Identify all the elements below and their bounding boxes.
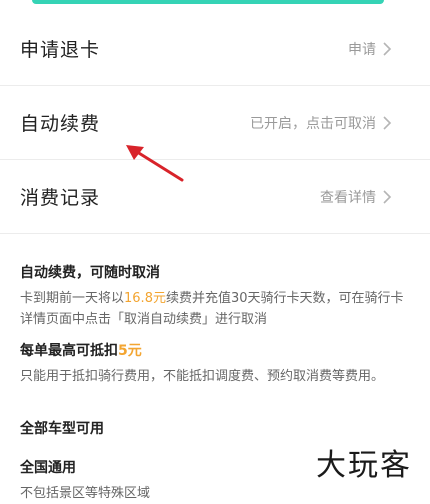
teal-card-bottom bbox=[32, 0, 384, 4]
auto-renew-info: 自动续费，可随时取消 卡到期前一天将以16.8元续费并充值30天骑行卡天数，可在… bbox=[20, 262, 410, 330]
max-deduction-info: 每单最高可抵扣5元 只能用于抵扣骑行费用，不能抵扣调度费、预约取消费等费用。 bbox=[20, 340, 410, 387]
apply-refund-row[interactable]: 申请退卡 申请 bbox=[0, 12, 430, 86]
chevron-right-icon bbox=[382, 189, 392, 205]
row-action-text: 查看详情 bbox=[320, 189, 376, 206]
red-arrow-annotation bbox=[126, 145, 184, 182]
row-label: 自动续费 bbox=[20, 113, 101, 135]
chevron-right-icon bbox=[382, 115, 392, 131]
info-title: 自动续费，可随时取消 bbox=[20, 265, 160, 281]
info-title: 全部车型可用 bbox=[20, 421, 104, 437]
chevron-right-icon bbox=[382, 41, 392, 57]
amount-highlight: 5元 bbox=[118, 343, 142, 359]
info-desc: 只能用于抵扣骑行费用，不能抵扣调度费、预约取消费等费用。 bbox=[20, 369, 385, 384]
row-action[interactable]: 查看详情 bbox=[320, 187, 392, 207]
price-highlight: 16.8元 bbox=[124, 291, 166, 306]
all-models-info: 全部车型可用 bbox=[20, 418, 410, 438]
top-banner-edge bbox=[0, 0, 430, 10]
row-action[interactable]: 申请 bbox=[348, 39, 392, 59]
info-title: 每单最高可抵扣5元 bbox=[20, 343, 142, 359]
row-action[interactable]: 已开启，点击可取消 bbox=[250, 113, 392, 133]
row-action-text: 申请 bbox=[348, 41, 376, 58]
row-label: 消费记录 bbox=[20, 187, 101, 209]
row-action-text: 已开启，点击可取消 bbox=[250, 115, 376, 132]
info-desc: 不包括景区等特殊区域 bbox=[20, 486, 151, 501]
auto-renew-row[interactable]: 自动续费 已开启，点击可取消 bbox=[0, 86, 430, 160]
info-desc: 卡到期前一天将以16.8元续费并充值30天骑行卡天数，可在骑行卡详情页面中点击「… bbox=[20, 291, 404, 327]
consumption-records-row[interactable]: 消费记录 查看详情 bbox=[0, 160, 430, 234]
section-divider bbox=[0, 234, 430, 244]
watermark-logo: 大玩客 bbox=[316, 448, 412, 483]
row-label: 申请退卡 bbox=[20, 39, 101, 61]
